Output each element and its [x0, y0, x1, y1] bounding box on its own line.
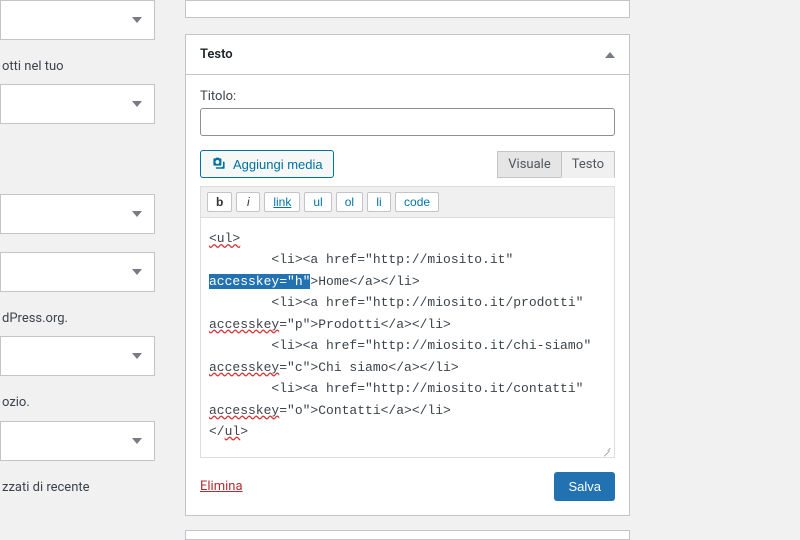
- editor-tabs: Visuale Testo: [497, 151, 615, 178]
- toolbar-link[interactable]: link: [264, 192, 300, 212]
- chevron-down-icon: [132, 211, 142, 217]
- chevron-down-icon: [132, 353, 142, 359]
- toolbar-italic[interactable]: i: [236, 192, 260, 212]
- sidebar-text-3: ozio.: [0, 394, 155, 412]
- sidebar-box-5[interactable]: [0, 336, 155, 376]
- main-column: Testo Titolo: Aggiungi media Visuale Tes…: [185, 0, 630, 540]
- sidebar-text-4: zzati di recente: [0, 479, 155, 497]
- toolbar-bold[interactable]: b: [207, 192, 232, 212]
- widget-body: Titolo: Aggiungi media Visuale Testo b i…: [186, 75, 629, 515]
- title-label: Titolo:: [200, 89, 615, 104]
- chevron-down-icon: [132, 17, 142, 23]
- widget-header[interactable]: Testo: [186, 35, 629, 75]
- sidebar-text-2: dPress.org.: [0, 310, 155, 328]
- editor-content: <ul> <li><a href="http://miosito.it" acc…: [209, 228, 606, 442]
- toolbar-li[interactable]: li: [367, 192, 391, 212]
- editor-toolbar: b i link ul ol li code: [200, 186, 615, 218]
- media-icon: [211, 156, 227, 172]
- top-collapsed-widget[interactable]: [185, 0, 630, 18]
- tab-text[interactable]: Testo: [561, 151, 615, 178]
- sidebar-box-1[interactable]: [0, 0, 155, 40]
- add-media-label: Aggiungi media: [233, 157, 323, 172]
- code-editor[interactable]: <ul> <li><a href="http://miosito.it" acc…: [200, 218, 615, 458]
- title-input[interactable]: [200, 108, 615, 136]
- widget-title: Testo: [200, 47, 233, 62]
- chevron-down-icon: [132, 269, 142, 275]
- chevron-down-icon: [132, 101, 142, 107]
- widget-footer: Elimina Salva: [200, 472, 615, 501]
- delete-link[interactable]: Elimina: [200, 479, 243, 494]
- sidebar-box-6[interactable]: [0, 421, 155, 461]
- sidebar-box-4[interactable]: [0, 252, 155, 292]
- toolbar-ol[interactable]: ol: [336, 192, 363, 212]
- resize-handle[interactable]: [600, 443, 612, 455]
- text-widget: Testo Titolo: Aggiungi media Visuale Tes…: [185, 34, 630, 516]
- sidebar-column: otti nel tuo dPress.org. ozio. zzati di …: [0, 0, 170, 505]
- bottom-collapsed-widget[interactable]: [185, 530, 630, 540]
- sidebar-text-1: otti nel tuo: [0, 58, 155, 76]
- add-media-button[interactable]: Aggiungi media: [200, 150, 334, 178]
- sidebar-box-3[interactable]: [0, 194, 155, 234]
- toolbar-ul[interactable]: ul: [304, 192, 331, 212]
- tab-visual[interactable]: Visuale: [497, 151, 560, 178]
- toolbar-code[interactable]: code: [395, 192, 439, 212]
- sidebar-box-2[interactable]: [0, 84, 155, 124]
- chevron-down-icon: [132, 438, 142, 444]
- save-button[interactable]: Salva: [554, 472, 615, 501]
- chevron-up-icon: [605, 52, 615, 58]
